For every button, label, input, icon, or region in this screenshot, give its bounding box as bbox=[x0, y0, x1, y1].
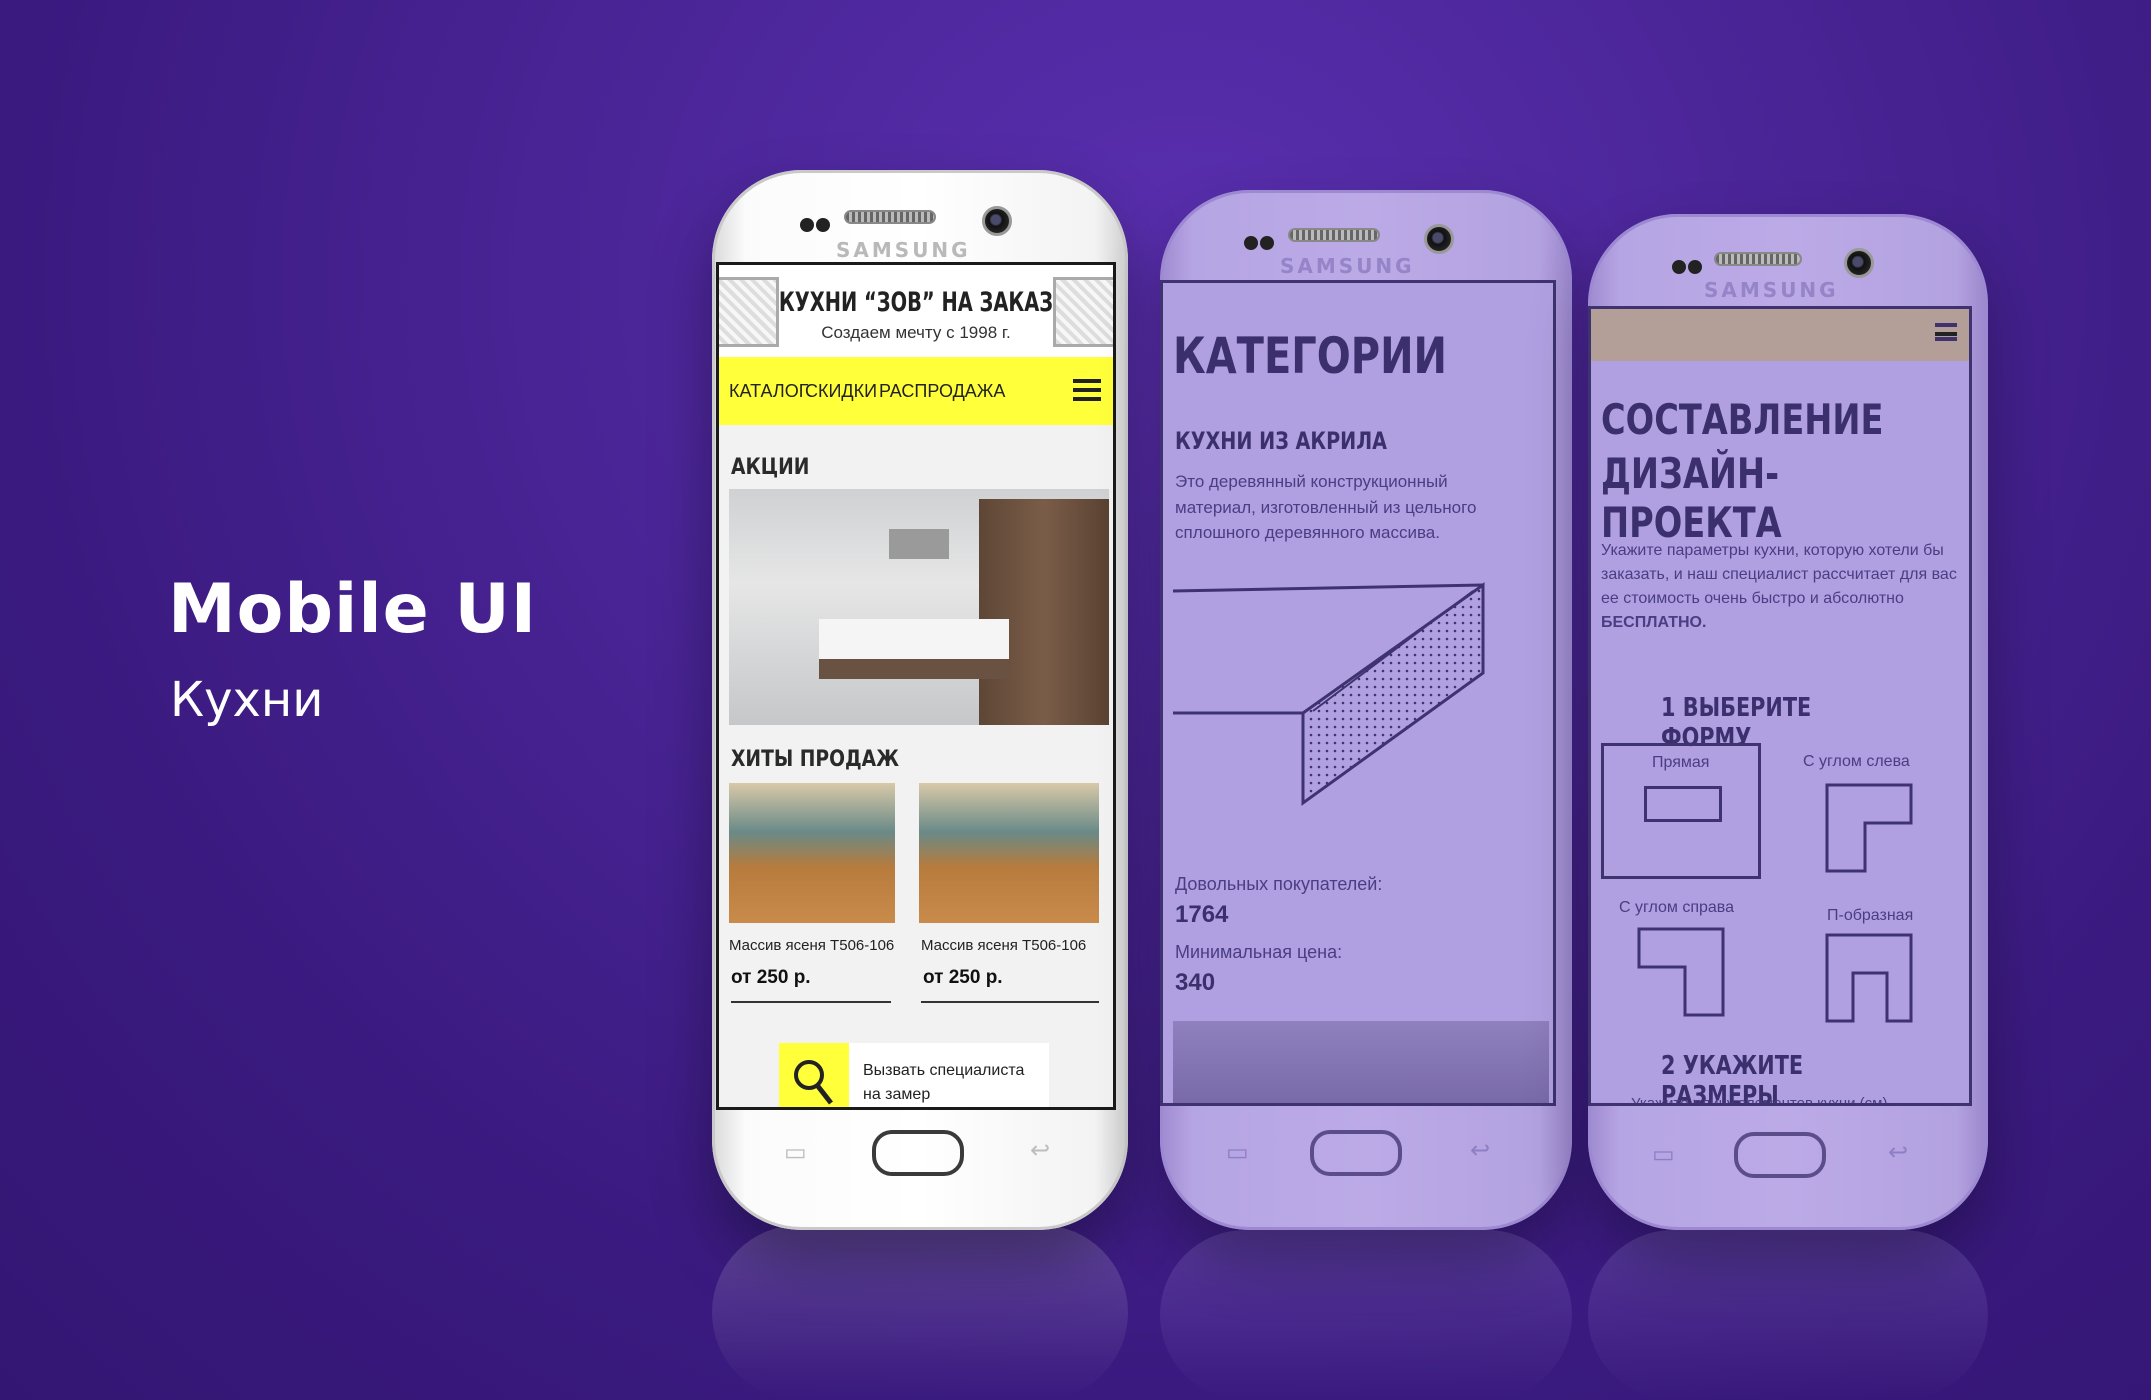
shape-option-left-corner[interactable]: С углом слева bbox=[1791, 743, 1961, 879]
earpiece-speaker bbox=[1288, 228, 1380, 242]
proximity-sensor bbox=[800, 218, 814, 232]
min-price-label: Минимальная цена: bbox=[1175, 942, 1343, 962]
categories-heading: КАТЕГОРИИ bbox=[1173, 327, 1448, 385]
recent-apps-icon[interactable]: ▭ bbox=[1652, 1140, 1675, 1169]
straight-shape-icon bbox=[1644, 786, 1722, 822]
nav-catalog[interactable]: КАТАЛОГ bbox=[729, 381, 808, 402]
main-nav: КАТАЛОГ СКИДКИ РАСПРОДАЖА bbox=[719, 357, 1113, 425]
proximity-sensor bbox=[816, 218, 830, 232]
phone-mockup-design-project: SAMSUNG СОСТАВЛЕНИЕ ДИЗАЙН-ПРОЕКТА Укажи… bbox=[1588, 214, 1988, 1230]
design-intro: Укажите параметры кухни, которую хотели … bbox=[1601, 539, 1961, 635]
promo-kitchen-photo[interactable] bbox=[729, 489, 1109, 725]
left-corner-shape-icon bbox=[1825, 783, 1913, 873]
phone-screen: КУХНИ “ЗОВ” НА ЗАКАЗ Создаем мечту с 199… bbox=[716, 262, 1116, 1110]
product-photo[interactable] bbox=[919, 783, 1099, 923]
design-heading-line1: СОСТАВЛЕНИЕ bbox=[1601, 395, 1884, 444]
design-intro-emphasis: БЕСПЛАТНО. bbox=[1601, 614, 1707, 631]
divider bbox=[921, 1001, 1099, 1003]
right-corner-shape-icon bbox=[1637, 927, 1725, 1017]
brand-logo: SAMSUNG bbox=[836, 238, 971, 262]
menu-icon[interactable] bbox=[1935, 323, 1957, 341]
back-icon[interactable]: ↩ bbox=[1030, 1136, 1050, 1165]
home-button[interactable] bbox=[872, 1130, 964, 1176]
ruler-icon bbox=[779, 1043, 849, 1107]
kitchen-hood-image bbox=[889, 529, 949, 559]
product-name[interactable]: Массив ясеня Т506-106 bbox=[729, 937, 894, 954]
promo-heading: АКЦИИ bbox=[731, 455, 810, 480]
product-photo[interactable] bbox=[729, 783, 895, 923]
satisfied-customers-label: Довольных покупателей: bbox=[1175, 874, 1383, 894]
divider bbox=[731, 1001, 891, 1003]
shape-option-u-shaped[interactable]: П-образная bbox=[1791, 891, 1961, 1023]
design-heading-line2: ДИЗАЙН-ПРОЕКТА bbox=[1601, 449, 1782, 547]
kitchen-cabinets-image bbox=[979, 499, 1109, 725]
phone-reflection bbox=[1160, 1230, 1572, 1400]
hero-title: Mobile UI bbox=[168, 570, 537, 649]
shape-option-right-corner[interactable]: С углом справа bbox=[1601, 891, 1771, 1021]
phone-screen: СОСТАВЛЕНИЕ ДИЗАЙН-ПРОЕКТА Укажите парам… bbox=[1588, 306, 1972, 1106]
top-bar bbox=[1591, 309, 1969, 361]
home-button[interactable] bbox=[1310, 1130, 1402, 1176]
brand-logo: SAMSUNG bbox=[1704, 278, 1839, 302]
phone-reflection bbox=[1588, 1230, 1988, 1400]
phone-screen: КАТЕГОРИИ КУХНИ ИЗ АКРИЛА Это деревянный… bbox=[1160, 280, 1556, 1106]
home-button[interactable] bbox=[1734, 1132, 1826, 1178]
proximity-sensor bbox=[1244, 236, 1258, 250]
front-camera bbox=[982, 206, 1012, 236]
brand-logo: SAMSUNG bbox=[1280, 254, 1415, 278]
site-tagline: Создаем мечту с 1998 г. bbox=[821, 323, 1011, 342]
category-kitchen-photo[interactable] bbox=[1173, 1021, 1549, 1103]
category-description: Это деревянный конструкционный материал,… bbox=[1175, 472, 1477, 542]
earpiece-speaker bbox=[1714, 252, 1802, 266]
step2-hint: Укажите длину элементов кухни (см) bbox=[1631, 1095, 1888, 1106]
proximity-sensor bbox=[1672, 260, 1686, 274]
product-price: от 250 р. bbox=[731, 967, 811, 988]
product-name[interactable]: Массив ясеня Т506-106 bbox=[921, 937, 1086, 954]
shape-label: С углом справа bbox=[1619, 899, 1735, 916]
min-price-value: 340 bbox=[1175, 969, 1216, 996]
proximity-sensor bbox=[1260, 236, 1274, 250]
shape-label: С углом слева bbox=[1803, 753, 1910, 770]
kitchen-island-image bbox=[819, 619, 1009, 659]
front-camera bbox=[1844, 248, 1874, 278]
menu-icon[interactable] bbox=[1073, 379, 1101, 401]
phone-reflection bbox=[712, 1225, 1128, 1400]
front-camera bbox=[1424, 224, 1454, 254]
shape-label: П-образная bbox=[1827, 907, 1914, 924]
nav-sale[interactable]: РАСПРОДАЖА bbox=[879, 381, 1005, 402]
proximity-sensor bbox=[1688, 260, 1702, 274]
recent-apps-icon[interactable]: ▭ bbox=[784, 1138, 807, 1167]
call-specialist-label: Вызвать специалиста на замер bbox=[863, 1062, 1025, 1103]
hits-heading: ХИТЫ ПРОДАЖ bbox=[731, 747, 899, 772]
shape-option-straight[interactable]: Прямая bbox=[1601, 743, 1761, 879]
nav-discounts[interactable]: СКИДКИ bbox=[805, 381, 877, 402]
phone-mockup-catalog: SAMSUNG КУХНИ “ЗОВ” НА ЗАКАЗ Создаем меч… bbox=[712, 170, 1128, 1230]
category-subheading: КУХНИ ИЗ АКРИЛА bbox=[1175, 427, 1388, 455]
recent-apps-icon[interactable]: ▭ bbox=[1226, 1138, 1249, 1167]
phone-mockup-categories: SAMSUNG КАТЕГОРИИ КУХНИ ИЗ АКРИЛА Это де… bbox=[1160, 190, 1572, 1230]
site-title: КУХНИ “ЗОВ” НА ЗАКАЗ bbox=[778, 287, 1054, 318]
acrylic-panel-illustration bbox=[1172, 582, 1485, 806]
hero-subtitle: Кухни bbox=[170, 672, 324, 728]
back-icon[interactable]: ↩ bbox=[1888, 1138, 1908, 1167]
site-header: КУХНИ “ЗОВ” НА ЗАКАЗ Создаем мечту с 199… bbox=[719, 265, 1113, 357]
design-intro-text: Укажите параметры кухни, которую хотели … bbox=[1601, 542, 1957, 607]
earpiece-speaker bbox=[844, 210, 936, 224]
call-specialist-button[interactable]: Вызвать специалиста на замер bbox=[779, 1043, 1049, 1107]
product-price: от 250 р. bbox=[923, 967, 1003, 988]
u-shaped-icon bbox=[1825, 933, 1913, 1023]
back-icon[interactable]: ↩ bbox=[1470, 1136, 1490, 1165]
shape-label: Прямая bbox=[1652, 754, 1710, 771]
satisfied-customers-value: 1764 bbox=[1175, 901, 1229, 928]
